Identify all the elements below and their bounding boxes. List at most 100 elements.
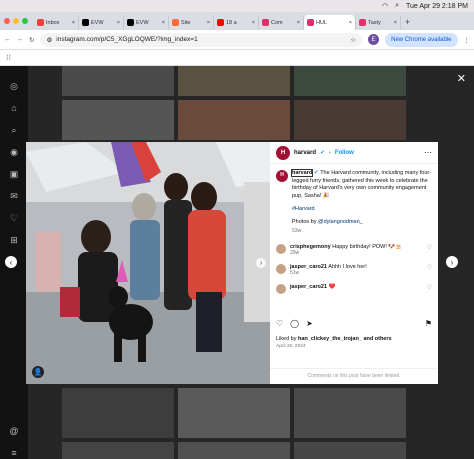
- comment-like-heart-icon[interactable]: ♡: [427, 264, 432, 271]
- comment-row: jasper_caro21 Ahhh I love her! 51w ♡: [270, 263, 438, 276]
- tab-close-icon[interactable]: ×: [252, 20, 255, 26]
- close-window-button[interactable]: [4, 18, 10, 24]
- tab-close-icon[interactable]: ×: [207, 20, 210, 26]
- grid-thumb[interactable]: [62, 100, 174, 140]
- notifications-heart-icon[interactable]: ♡: [8, 212, 20, 224]
- create-icon[interactable]: ⊞: [8, 234, 20, 246]
- comment-icon[interactable]: ◯: [290, 319, 299, 328]
- save-bookmark-icon[interactable]: ⚑: [425, 319, 432, 328]
- comment-username[interactable]: jasper_caro21: [290, 284, 327, 290]
- next-image-arrow-icon[interactable]: ›: [256, 258, 266, 268]
- home-icon[interactable]: ⌂: [8, 102, 20, 114]
- url-text: instagram.com/p/C5_XGgLOQWE/?img_index=1: [56, 36, 198, 43]
- browser-tab[interactable]: Inbox ×: [34, 15, 79, 30]
- tab-close-icon[interactable]: ×: [297, 20, 300, 26]
- post-username[interactable]: harvard: [294, 150, 316, 156]
- close-modal-icon[interactable]: ✕: [457, 72, 466, 85]
- more-options-icon[interactable]: ⋯: [424, 148, 432, 157]
- grid-thumb[interactable]: [178, 100, 290, 140]
- caption-username[interactable]: harvard: [290, 169, 314, 177]
- comment-like-heart-icon[interactable]: ♡: [427, 284, 432, 291]
- url-bar[interactable]: ⚙ instagram.com/p/C5_XGgLOQWE/?img_index…: [40, 32, 363, 47]
- instagram-page: ◎ ⌂ ⌕ ◉ ▣ ✉ ♡ ⊞ ● @ ≡ ✕ ‹ ›: [0, 66, 474, 459]
- tab-favicon-icon: [262, 19, 269, 26]
- commenter-avatar[interactable]: [276, 243, 286, 254]
- browser-tab[interactable]: 18 a ×: [214, 15, 259, 30]
- like-heart-icon[interactable]: ♡: [276, 319, 283, 328]
- comment-like-heart-icon[interactable]: ♡: [427, 244, 432, 251]
- menu-kebab-icon[interactable]: ⋮: [464, 36, 471, 44]
- comments-limited-notice: Comments on this post have been limited.: [270, 368, 438, 379]
- tagged-users-icon[interactable]: 👤: [32, 366, 44, 378]
- new-tab-button[interactable]: +: [405, 15, 410, 30]
- tab-favicon-icon: [307, 19, 314, 26]
- tab-close-icon[interactable]: ×: [72, 20, 75, 26]
- browser-tab[interactable]: EVW ×: [79, 15, 124, 30]
- commenter-avatar[interactable]: [276, 283, 286, 294]
- grid-thumb[interactable]: [178, 442, 290, 459]
- threads-icon[interactable]: @: [8, 425, 20, 437]
- messages-icon[interactable]: ✉: [8, 190, 20, 202]
- apps-icon[interactable]: ⁝⁝: [6, 53, 11, 62]
- browser-tab[interactable]: Com ×: [259, 15, 304, 30]
- caption-avatar[interactable]: H: [276, 170, 288, 182]
- reels-icon[interactable]: ▣: [8, 168, 20, 180]
- instagram-logo-icon[interactable]: ◎: [8, 80, 20, 92]
- grid-thumb[interactable]: [178, 66, 290, 96]
- grid-thumb[interactable]: [62, 66, 174, 96]
- follow-button[interactable]: Follow: [335, 150, 354, 156]
- grid-thumb[interactable]: [294, 388, 406, 438]
- forward-icon[interactable]: →: [17, 36, 24, 43]
- tab-close-icon[interactable]: ×: [349, 20, 352, 26]
- browser-tab[interactable]: HUL ×: [304, 15, 356, 30]
- grid-thumb[interactable]: [294, 442, 406, 459]
- tab-close-icon[interactable]: ×: [162, 20, 165, 26]
- post-photo[interactable]: 👤 ›: [26, 142, 270, 384]
- harvard-avatar[interactable]: H: [276, 145, 290, 160]
- bookmark-star-icon[interactable]: ☆: [350, 36, 356, 44]
- new-chrome-button[interactable]: New Chrome available: [385, 32, 458, 47]
- profile-avatar[interactable]: E: [368, 34, 380, 45]
- search-icon[interactable]: ⌕: [395, 2, 399, 10]
- comment-text: ❤️: [328, 283, 336, 290]
- comment-username[interactable]: jasper_caro21: [290, 264, 327, 270]
- comment-row: jasper_caro21 ❤️ ♡: [270, 283, 438, 294]
- reload-icon[interactable]: ↻: [29, 36, 34, 44]
- commenter-avatar[interactable]: [276, 263, 286, 274]
- grid-thumb[interactable]: [294, 100, 406, 140]
- post-actions: ♡ ◯ ➤ ⚑: [270, 316, 438, 330]
- tab-close-icon[interactable]: ×: [117, 20, 120, 26]
- liked-by-user[interactable]: han_clickey_the_trojan_: [298, 336, 362, 342]
- back-icon[interactable]: ←: [4, 36, 11, 43]
- tab-label: Tasty: [368, 19, 381, 26]
- browser-tab[interactable]: EVW ×: [124, 15, 169, 30]
- comment-text: Ahhh I love her!: [328, 263, 367, 270]
- grid-thumb[interactable]: [62, 388, 174, 438]
- grid-thumb[interactable]: [294, 66, 406, 96]
- photo-credit-prefix: Photos by: [292, 218, 318, 225]
- minimize-window-button[interactable]: [13, 18, 19, 24]
- post-image: [26, 142, 270, 384]
- tab-label: EVW: [91, 19, 104, 26]
- tab-favicon-icon: [172, 19, 179, 26]
- next-post-arrow-icon[interactable]: ›: [446, 256, 458, 268]
- window-controls: [4, 12, 28, 30]
- tab-close-icon[interactable]: ×: [394, 20, 397, 26]
- photo-credit-link[interactable]: @dylangoodman_: [318, 219, 363, 225]
- wifi-icon[interactable]: ◠: [382, 2, 388, 10]
- hashtag-link[interactable]: #Harvard: [292, 206, 432, 214]
- more-menu-icon[interactable]: ≡: [8, 447, 20, 459]
- browser-tab[interactable]: Tasty ×: [356, 15, 401, 30]
- verified-badge-icon: ✔: [320, 150, 326, 156]
- search-icon[interactable]: ⌕: [8, 124, 20, 136]
- site-info-icon[interactable]: ⚙: [46, 36, 52, 44]
- browser-tab[interactable]: Site ×: [169, 15, 214, 30]
- grid-thumb[interactable]: [178, 388, 290, 438]
- maximize-window-button[interactable]: [22, 18, 28, 24]
- previous-post-arrow-icon[interactable]: ‹: [5, 256, 17, 268]
- comment-username[interactable]: crisphegemony: [290, 244, 331, 250]
- explore-icon[interactable]: ◉: [8, 146, 20, 158]
- share-icon[interactable]: ➤: [306, 319, 313, 328]
- grid-thumb[interactable]: [62, 442, 174, 459]
- tab-favicon-icon: [127, 19, 134, 26]
